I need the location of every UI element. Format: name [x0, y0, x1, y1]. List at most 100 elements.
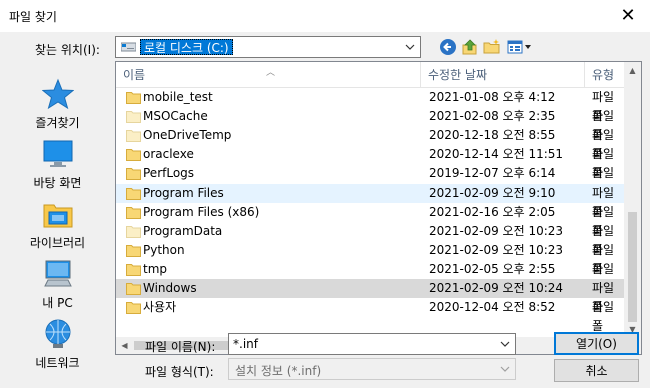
new-folder-button[interactable]	[481, 36, 503, 58]
view-menu-icon	[507, 40, 531, 54]
file-row[interactable]: ProgramData 2021-02-09 오전 10:23 파일 폴	[116, 222, 627, 257]
back-arrow-icon	[440, 39, 456, 55]
vertical-scrollbar[interactable]: ▲ ▼	[624, 62, 641, 338]
file-name-combo[interactable]	[228, 333, 516, 355]
place-favorites[interactable]: 즐겨찾기	[0, 74, 115, 134]
file-type-label: 파일 형식(T):	[145, 365, 214, 379]
title-bar: 파일 찾기 ✕	[0, 0, 650, 32]
close-icon: ✕	[620, 4, 636, 26]
file-dialog: 찾는 위치(I): 로컬 디스크 (C:) 즐겨찾기 바탕 화면 라이브러리 내…	[0, 32, 650, 388]
sort-ascending-icon: ︿	[266, 68, 276, 78]
back-button[interactable]	[437, 36, 459, 58]
file-name: tmp	[143, 261, 168, 276]
folder-icon	[126, 168, 141, 181]
file-name: Program Files (x86)	[143, 204, 260, 219]
column-header-row: 이름 ︿ 수정한 날짜 유형	[116, 62, 627, 88]
file-date: 2021-02-09 오전 9:10	[429, 185, 556, 200]
computer-icon	[44, 260, 72, 287]
file-row[interactable]: MSOCache 2021-02-08 오후 2:35 파일 폴	[116, 107, 627, 142]
file-name: Program Files	[143, 185, 224, 200]
scroll-up-icon[interactable]: ▲	[624, 62, 641, 79]
star-icon	[42, 78, 74, 110]
folder-icon	[126, 149, 141, 162]
close-button[interactable]: ✕	[606, 0, 650, 30]
up-folder-icon	[462, 39, 477, 55]
scroll-thumb[interactable]	[628, 212, 637, 322]
place-label: 네트워크	[35, 356, 80, 370]
file-row[interactable]: mobile_test 2021-01-08 오후 4:12 파일 폴	[116, 88, 627, 123]
up-one-level-button[interactable]	[459, 36, 481, 58]
drive-icon	[121, 42, 136, 52]
file-name: 사용자	[143, 300, 177, 315]
open-button[interactable]: 열기(O)	[554, 332, 639, 355]
file-type: 파일 폴	[592, 300, 615, 334]
window-title: 파일 찾기	[9, 10, 57, 24]
file-date: 2020-12-04 오전 8:52	[429, 300, 556, 315]
place-desktop[interactable]: 바탕 화면	[0, 134, 115, 194]
file-row[interactable]: Program Files (x86) 2021-02-16 오후 2:05 파일 …	[116, 203, 627, 238]
new-folder-icon	[483, 39, 500, 54]
look-in-dropdown[interactable]: 로컬 디스크 (C:)	[115, 36, 421, 58]
file-name: mobile_test	[143, 90, 213, 104]
place-this-pc[interactable]: 내 PC	[0, 254, 115, 314]
file-row[interactable]: 사용자 2020-12-04 오전 8:52 파일 폴	[116, 298, 627, 333]
file-date: 2019-12-07 오후 6:14	[429, 166, 556, 181]
file-row[interactable]: oraclexe 2020-12-14 오전 11:51 파일 폴	[116, 145, 627, 180]
view-menu-button[interactable]	[506, 36, 534, 58]
file-list[interactable]: 이름 ︿ 수정한 날짜 유형 mobile_test 2021-01-08 오후 …	[115, 61, 642, 355]
folder-icon	[126, 92, 141, 104]
desktop-icon	[43, 140, 73, 167]
cancel-button[interactable]: 취소	[554, 359, 639, 382]
file-rows: mobile_test 2021-01-08 오후 4:12 파일 폴 MSOCach…	[116, 88, 627, 338]
folder-icon	[126, 225, 141, 238]
file-name: Windows	[143, 281, 197, 295]
file-row[interactable]: Windows 2021-02-09 오전 10:24 파일 폴	[116, 279, 627, 314]
network-icon	[45, 319, 71, 348]
file-name-input[interactable]	[229, 334, 497, 354]
look-in-value: 로컬 디스크 (C:)	[140, 39, 233, 55]
folder-icon	[126, 206, 141, 219]
file-date: 2021-02-16 오후 2:05	[429, 204, 556, 219]
file-type-dropdown: 설치 정보 (*.inf)	[228, 358, 516, 380]
library-icon	[43, 204, 73, 228]
column-header-name[interactable]: 이름 ︿	[116, 62, 421, 87]
look-in-label: 찾는 위치(I):	[35, 43, 100, 57]
folder-icon	[126, 130, 141, 143]
place-label: 바탕 화면	[33, 176, 82, 190]
column-header-date[interactable]: 수정한 날짜	[421, 62, 585, 87]
file-row[interactable]: tmp2021-02-05 오후 2:55파일 폴	[116, 260, 627, 295]
chevron-down-icon[interactable]	[497, 336, 513, 352]
file-date: 2021-02-09 오전 10:24	[429, 281, 564, 295]
folder-icon	[126, 244, 141, 257]
file-name: oraclexe	[143, 147, 194, 162]
file-name: Python	[143, 242, 185, 257]
file-type-value: 설치 정보 (*.inf)	[235, 364, 322, 378]
place-label: 내 PC	[42, 296, 73, 310]
file-row[interactable]: Program Files 2021-02-09 오전 9:10 파일 폴	[116, 183, 627, 219]
file-date: 2021-02-05 오후 2:55	[429, 261, 556, 276]
place-label: 라이브러리	[29, 236, 86, 250]
folder-icon	[126, 302, 141, 315]
file-date: 2021-02-09 오전 10:23	[429, 242, 564, 257]
file-date: 2021-02-08 오후 2:35	[429, 109, 556, 124]
file-name-label: 파일 이름(N):	[145, 340, 216, 354]
folder-icon	[126, 283, 141, 295]
file-row[interactable]: PerfLogs2019-12-07 오후 6:14파일 폴	[116, 164, 627, 199]
place-network[interactable]: 네트워크	[0, 314, 115, 374]
place-label: 즐겨찾기	[35, 116, 80, 130]
file-name: PerfLogs	[143, 166, 195, 181]
chevron-down-icon[interactable]	[402, 39, 418, 55]
scroll-left-icon[interactable]: ◀	[116, 337, 133, 354]
file-date: 2021-01-08 오후 4:12	[429, 90, 556, 104]
file-name: OneDriveTemp	[143, 128, 232, 143]
file-date: 2020-12-18 오전 8:55	[429, 128, 556, 143]
file-date: 2021-02-09 오전 10:23	[429, 223, 564, 238]
file-row[interactable]: Python 2021-02-09 오전 10:23 파일 폴	[116, 241, 627, 276]
file-name: MSOCache	[143, 109, 208, 124]
file-row[interactable]: OneDriveTemp 2020-12-18 오전 8:55 파일 폴	[116, 126, 627, 161]
place-libraries[interactable]: 라이브러리	[0, 194, 115, 254]
folder-icon	[126, 263, 141, 276]
chevron-down-icon	[497, 361, 513, 377]
folder-icon	[126, 111, 141, 124]
file-date: 2020-12-14 오전 11:51	[429, 147, 564, 162]
